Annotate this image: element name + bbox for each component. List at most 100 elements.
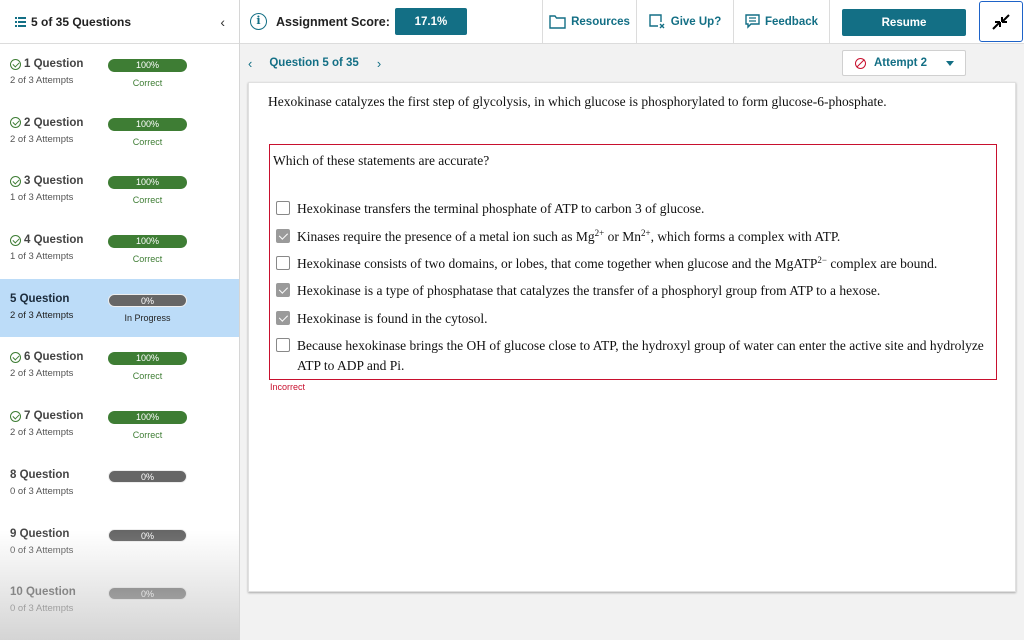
question-item-attempts: 0 of 3 Attempts — [10, 544, 74, 556]
option-text-part: or Mn — [604, 229, 641, 244]
sidebar-question-item[interactable]: 5 Question 2 of 3 Attempts 0% In Progress — [0, 278, 239, 338]
checkbox-unchecked[interactable] — [276, 338, 290, 352]
sidebar-question-item[interactable]: 4 Question 1 of 3 Attempts 100% Correct — [0, 220, 239, 279]
answer-option-text: Hexokinase consists of two domains, or l… — [297, 254, 937, 274]
give-up-icon — [649, 13, 665, 28]
superscript: 2+ — [594, 228, 605, 238]
check-circle-icon — [10, 58, 21, 70]
caret-down-icon — [946, 61, 954, 66]
sidebar-question-item[interactable]: 3 Question 1 of 3 Attempts 100% Correct — [0, 161, 239, 220]
answer-option[interactable]: Hexokinase consists of two domains, or l… — [276, 254, 937, 274]
question-list: 1 Question 2 of 3 Attempts 100% Correct 2 Qu… — [0, 44, 239, 631]
assignment-score-label: Assignment Score: — [276, 14, 390, 29]
option-text-part: , which forms a complex with ATP. — [650, 229, 841, 244]
question-score-bar: 100% — [108, 59, 187, 72]
question-title: Question 5 of 35 — [269, 57, 359, 69]
question-prompt: Which of these statements are accurate? — [273, 153, 490, 168]
question-item-name: 2 Question — [24, 116, 84, 129]
sidebar-question-item[interactable]: 6 Question 2 of 3 Attempts 100% Correct — [0, 337, 239, 396]
resources-label: Resources — [571, 15, 630, 28]
option-text-part: Hexokinase transfers the terminal phosph… — [297, 201, 705, 216]
list-icon — [15, 16, 26, 27]
question-status: Correct — [132, 430, 163, 441]
question-item-name: 3 Question — [24, 175, 84, 188]
question-item-attempts: 0 of 3 Attempts — [10, 603, 74, 615]
checkbox-unchecked[interactable] — [276, 256, 290, 270]
checkbox-checked[interactable] — [276, 229, 290, 243]
question-sidebar: 5 of 35 Questions ‹ 1 Question 2 of 3 Att… — [0, 0, 240, 640]
question-status: Correct — [132, 195, 163, 206]
question-status: Correct — [132, 371, 163, 382]
question-score-bar: 0% — [108, 293, 187, 307]
question-item-name: 8 Question — [10, 468, 70, 481]
resources-button[interactable]: Resources — [542, 0, 636, 43]
answer-box: Which of these statements are accurate? … — [269, 144, 997, 380]
question-item-attempts: 0 of 3 Attempts — [10, 485, 74, 497]
result-feedback: Incorrect — [270, 382, 306, 392]
check-circle-icon — [10, 351, 21, 363]
question-status: Correct — [132, 136, 163, 147]
checkbox-checked[interactable] — [276, 311, 290, 325]
answer-option-text: Hexokinase is found in the cytosol. — [297, 309, 487, 329]
option-text-part: Hexokinase consists of two domains, or l… — [297, 256, 818, 271]
question-nav: ‹ Question 5 of 35 › Attempt 2 — [240, 44, 1024, 82]
option-text-part: Kinases require the presence of a metal … — [297, 229, 595, 244]
checkbox-unchecked[interactable] — [276, 201, 290, 215]
assignment-score-badge: 17.1% — [394, 8, 467, 35]
folder-icon — [549, 14, 566, 29]
attempt-label: Attempt 2 — [874, 57, 928, 69]
option-text-part: Because hexokinase brings the OH of gluc… — [297, 338, 984, 373]
checkbox-checked[interactable] — [276, 283, 290, 297]
answer-option-text: Hexokinase is a type of phosphatase that… — [297, 281, 880, 301]
question-status: Correct — [132, 254, 163, 265]
question-score-bar: 100% — [108, 176, 187, 190]
question-score-bar: 100% — [108, 352, 187, 366]
sidebar-question-item[interactable]: 10 Question 0 of 3 Attempts 0% — [0, 572, 239, 631]
sidebar-title: 5 of 35 Questions — [31, 14, 132, 29]
question-score-bar: 100% — [108, 235, 187, 249]
check-circle-icon — [10, 234, 21, 246]
answer-option[interactable]: Kinases require the presence of a metal … — [276, 227, 840, 247]
previous-question-chevron-left-icon[interactable]: ‹ — [248, 56, 252, 71]
question-item-name: 10 Question — [10, 586, 76, 599]
question-item-name: 1 Question — [24, 58, 84, 70]
sidebar-question-item[interactable]: 2 Question 2 of 3 Attempts 100% Correct — [0, 103, 239, 162]
question-item-name: 5 Question — [10, 292, 70, 305]
resume-button[interactable]: Resume — [842, 9, 966, 36]
top-bar: i Assignment Score: 17.1% Resources Give… — [240, 0, 1024, 44]
question-item-name: 7 Question — [24, 410, 84, 423]
attempt-dropdown[interactable]: Attempt 2 — [842, 50, 966, 76]
answer-option-text: Hexokinase transfers the terminal phosph… — [297, 199, 704, 219]
question-score-bar: 100% — [108, 411, 187, 425]
collapse-sidebar-chevron-left-icon[interactable]: ‹ — [220, 14, 225, 30]
superscript: 2− — [817, 255, 827, 265]
minimize-button[interactable] — [979, 1, 1023, 42]
option-text-part: Hexokinase is a type of phosphatase that… — [297, 283, 881, 298]
question-item-name: 9 Question — [10, 527, 70, 540]
info-icon[interactable]: i — [250, 13, 267, 30]
sidebar-question-item[interactable]: 1 Question 2 of 3 Attempts 100% Correct — [0, 44, 239, 103]
question-status: Correct — [132, 78, 163, 88]
answer-option[interactable]: Hexokinase transfers the terminal phosph… — [276, 199, 704, 219]
next-question-chevron-right-icon[interactable]: › — [377, 56, 381, 71]
give-up-button[interactable]: Give Up? — [636, 0, 733, 43]
feedback-icon — [745, 14, 760, 29]
minimize-arrows-icon — [992, 13, 1010, 30]
answer-option-text: Kinases require the presence of a metal … — [297, 227, 840, 247]
question-status: In Progress — [124, 312, 171, 323]
check-circle-icon — [10, 410, 21, 422]
question-item-name: 6 Question — [24, 351, 84, 364]
answer-option-text: Because hexokinase brings the OH of gluc… — [297, 336, 986, 376]
answer-option[interactable]: Hexokinase is found in the cytosol. — [276, 309, 487, 329]
question-score-bar: 0% — [108, 587, 187, 601]
sidebar-question-item[interactable]: 7 Question 2 of 3 Attempts 100% Correct — [0, 396, 239, 455]
sidebar-question-item[interactable]: 9 Question 0 of 3 Attempts 0% — [0, 514, 239, 573]
check-circle-icon — [10, 175, 21, 187]
sidebar-header: 5 of 35 Questions ‹ — [0, 0, 239, 44]
feedback-button[interactable]: Feedback — [733, 0, 830, 43]
incorrect-prohibited-icon — [855, 57, 866, 69]
answer-option[interactable]: Hexokinase is a type of phosphatase that… — [276, 281, 880, 301]
answer-option[interactable]: Because hexokinase brings the OH of gluc… — [276, 336, 986, 376]
question-content: Hexokinase catalyzes the first step of g… — [248, 82, 1016, 592]
sidebar-question-item[interactable]: 8 Question 0 of 3 Attempts 0% — [0, 455, 239, 514]
